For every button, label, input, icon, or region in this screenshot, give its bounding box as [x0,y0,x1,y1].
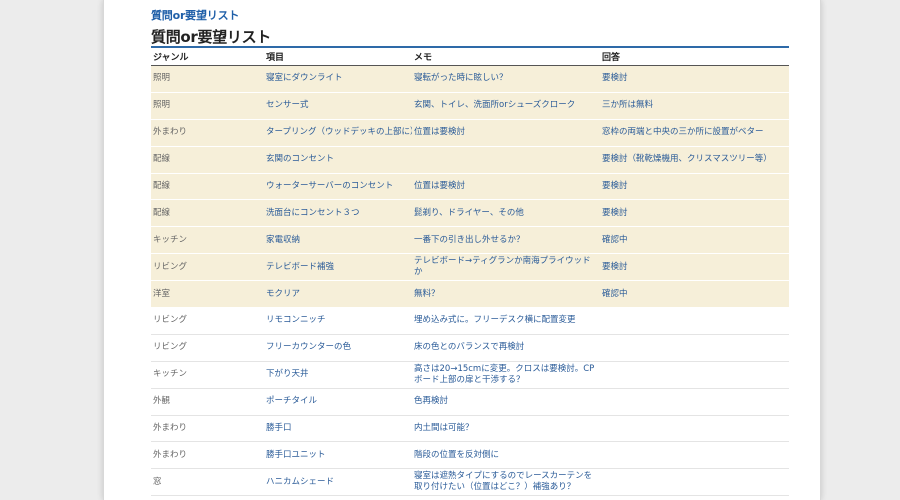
breadcrumb-link[interactable]: 質問or要望リスト [151,7,239,23]
cell-genre: 照明 [151,65,264,93]
page-title: 質問or要望リスト [151,28,272,46]
cell-item: 寝室にダウンライト [264,65,412,93]
cell-memo: 高さは20→15cmに変更。クロスは要検討。CPボード上部の扉と干渉する？ [412,361,600,389]
cell-answer: 窓枠の両端と中央の三か所に設置がベター [600,119,789,147]
cell-memo: 髭剃り、ドライヤー、その他 [412,199,600,228]
cell-genre: 外観 [151,388,264,416]
cell-genre: 照明 [151,92,264,120]
cell-memo: テレビボード→ティグランか南海プライウッドか [412,253,600,282]
cell-memo [412,146,600,174]
cell-item: 玄関のコンセント [264,146,412,174]
table-row: 配線 ウォーターサーバーのコンセント 位置は要検討 要検討 [151,173,789,201]
table-body: 照明 寝室にダウンライト 寝転がった時に眩しい？ 要検討 照明 センサー式 玄関… [151,65,789,497]
cell-answer: 確認中 [600,280,789,309]
cell-memo: 寝転がった時に眩しい？ [412,65,600,93]
cell-answer [600,441,789,470]
table-row: 窓 ハニカムシェード 寝室は遮熱タイプにするのでレースカーテンを取り付けたい（位… [151,468,789,497]
cell-genre: 洋室 [151,280,264,309]
cell-answer [600,361,789,389]
cell-genre: 配線 [151,146,264,174]
cell-genre: リビング [151,334,264,362]
cell-memo: 床の色とのバランスで再検討 [412,334,600,362]
column-header-answer: 回答 [600,47,789,66]
cell-item: 家電収納 [264,226,412,255]
table-row: 外まわり 勝手口ユニット 階段の位置を反対側に [151,441,789,470]
cell-memo: 玄関、トイレ、洗面所orシューズクローク [412,92,600,120]
cell-answer: 要検討 [600,199,789,228]
cell-answer [600,468,789,497]
cell-memo: 階段の位置を反対側に [412,441,600,470]
cell-item: ポーチタイル [264,388,412,416]
cell-memo: 埋め込み式に。フリーデスク横に配置変更 [412,307,600,335]
table-row: キッチン 家電収納 一番下の引き出し外せるか？ 確認中 [151,226,789,255]
cell-genre: 配線 [151,199,264,228]
cell-memo: 位置は要検討 [412,119,600,147]
cell-genre: キッチン [151,226,264,255]
cell-answer [600,415,789,443]
table-row: 照明 寝室にダウンライト 寝転がった時に眩しい？ 要検討 [151,65,789,93]
cell-item: モクリア [264,280,412,309]
cell-memo: 位置は要検討 [412,173,600,201]
cell-item: タープリング（ウッドデッキの上部に） [264,119,412,147]
cell-answer: 要検討 [600,253,789,282]
cell-item: 洗面台にコンセント３つ [264,199,412,228]
table-row: 外まわり 勝手口 内土間は可能？ [151,415,789,443]
table-row: 外まわり タープリング（ウッドデッキの上部に） 位置は要検討 窓枠の両端と中央の… [151,119,789,147]
table-row: 照明 センサー式 玄関、トイレ、洗面所orシューズクローク 三か所は無料 [151,92,789,120]
cell-item: ウォーターサーバーのコンセント [264,173,412,201]
cell-memo: 寝室は遮熱タイプにするのでレースカーテンを取り付けたい（位置はどこ？）補強あり？ [412,468,600,497]
cell-memo: 色再検討 [412,388,600,416]
table-header-row: ジャンル 項目 メモ 回答 [151,47,789,66]
cell-item: センサー式 [264,92,412,120]
table-row: 配線 玄関のコンセント 要検討（靴乾燥機用、クリスマスツリー等） [151,146,789,174]
cell-genre: 配線 [151,173,264,201]
cell-genre: 外まわり [151,441,264,470]
cell-genre: 窓 [151,468,264,497]
column-header-item: 項目 [264,47,412,66]
cell-genre: リビング [151,253,264,282]
cell-item: フリーカウンターの色 [264,334,412,362]
table-row: キッチン 下がり天井 高さは20→15cmに変更。クロスは要検討。CPボード上部… [151,361,789,389]
column-header-memo: メモ [412,47,600,66]
column-header-genre: ジャンル [151,47,264,66]
cell-genre: 外まわり [151,415,264,443]
cell-item: リモコンニッチ [264,307,412,335]
cell-genre: 外まわり [151,119,264,147]
table-row: 配線 洗面台にコンセント３つ 髭剃り、ドライヤー、その他 要検討 [151,199,789,228]
cell-memo: 一番下の引き出し外せるか？ [412,226,600,255]
cell-memo: 無料？ [412,280,600,309]
cell-item: ハニカムシェード [264,468,412,497]
cell-genre: キッチン [151,361,264,389]
cell-item: 勝手口 [264,415,412,443]
table-row: 洋室 モクリア 無料？ 確認中 [151,280,789,309]
table-row: リビング テレビボード補強 テレビボード→ティグランか南海プライウッドか 要検討 [151,253,789,282]
table-row: 外観 ポーチタイル 色再検討 [151,388,789,416]
cell-item: テレビボード補強 [264,253,412,282]
cell-answer: 要検討 [600,65,789,93]
cell-item: 勝手口ユニット [264,441,412,470]
cell-answer: 要検討（靴乾燥機用、クリスマスツリー等） [600,146,789,174]
cell-item: 下がり天井 [264,361,412,389]
cell-answer: 確認中 [600,226,789,255]
request-table: ジャンル 項目 メモ 回答 照明 寝室にダウンライト 寝転がった時に眩しい？ 要… [151,46,789,497]
cell-genre: リビング [151,307,264,335]
cell-answer: 要検討 [600,173,789,201]
cell-answer [600,334,789,362]
cell-answer [600,307,789,335]
cell-answer: 三か所は無料 [600,92,789,120]
table-row: リビング フリーカウンターの色 床の色とのバランスで再検討 [151,334,789,362]
cell-answer [600,388,789,416]
request-table-wrapper: ジャンル 項目 メモ 回答 照明 寝室にダウンライト 寝転がった時に眩しい？ 要… [151,46,789,497]
cell-memo: 内土間は可能？ [412,415,600,443]
table-row: リビング リモコンニッチ 埋め込み式に。フリーデスク横に配置変更 [151,307,789,335]
page-sheet: 質問or要望リスト 質問or要望リスト ジャンル 項目 メモ 回答 照明 寝室に… [103,0,821,500]
